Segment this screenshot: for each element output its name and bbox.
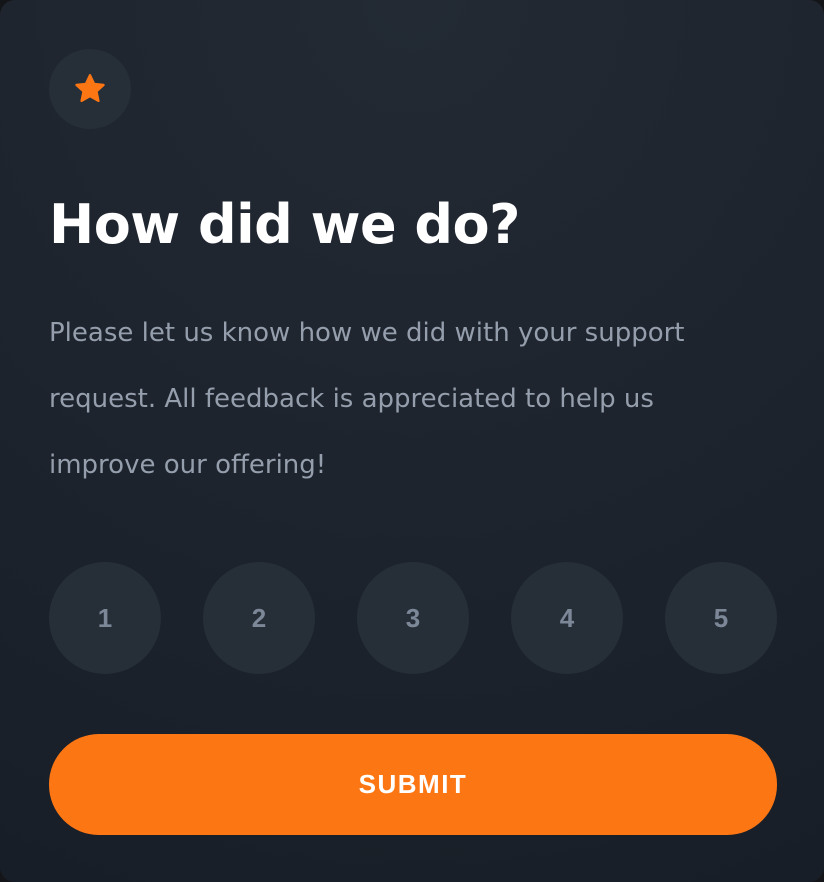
star-badge bbox=[49, 49, 131, 129]
rating-option-4[interactable]: 4 bbox=[511, 562, 623, 674]
rating-option-2[interactable]: 2 bbox=[203, 562, 315, 674]
rating-option-3[interactable]: 3 bbox=[357, 562, 469, 674]
card-description: Please let us know how we did with your … bbox=[49, 318, 685, 480]
rating-option-1[interactable]: 1 bbox=[49, 562, 161, 674]
card-title: How did we do? bbox=[49, 193, 520, 256]
rating-card: How did we do? Please let us know how we… bbox=[0, 0, 824, 882]
submit-button[interactable]: SUBMIT bbox=[49, 734, 777, 835]
star-icon bbox=[72, 71, 108, 107]
rating-options: 1 2 3 4 5 bbox=[49, 562, 777, 674]
rating-option-5[interactable]: 5 bbox=[665, 562, 777, 674]
